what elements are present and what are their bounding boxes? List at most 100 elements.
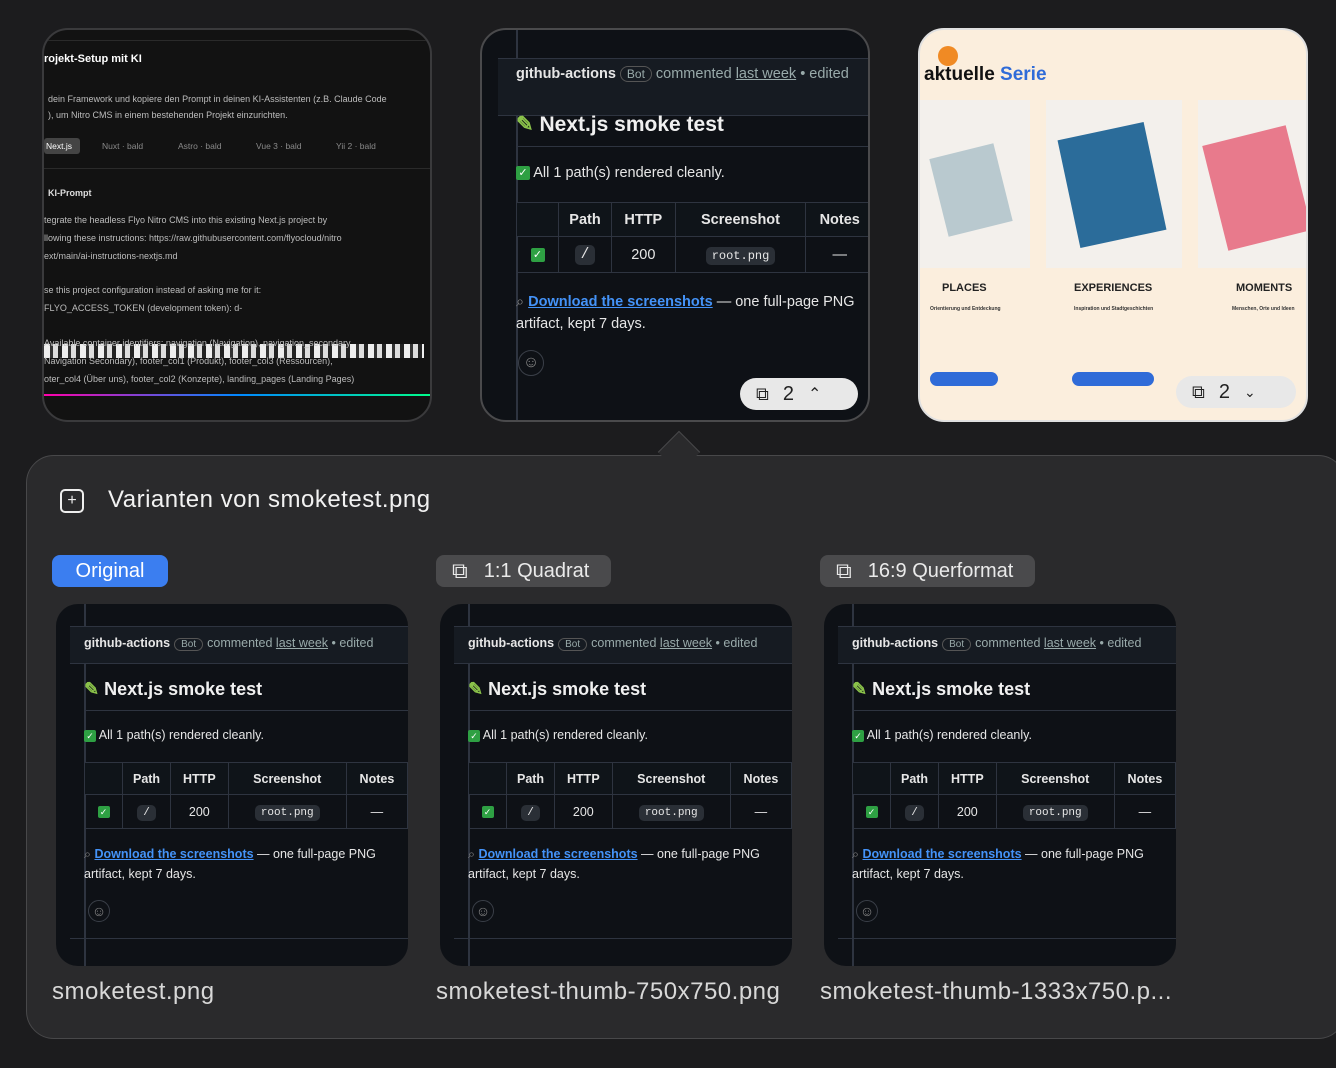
results-table: Path HTTP Screenshot Notes ✓ / 200 root.png —: [84, 762, 408, 829]
table-header: HTTP: [611, 202, 676, 237]
status-line: ✓ All 1 path(s) rendered cleanly.: [852, 728, 1032, 742]
thumbnail-ki-prompt[interactable]: rojekt-Setup mit KI dein Framework und k…: [42, 28, 432, 422]
table-header: Notes: [1113, 762, 1176, 795]
check-icon: ✓: [852, 729, 864, 742]
download-link[interactable]: Download the screenshots: [528, 294, 713, 310]
thumb-heading: rojekt-Setup mit KI: [44, 53, 142, 65]
accent-line: [44, 394, 430, 396]
col-sub: Inspiration und Stadtgeschichten: [1074, 306, 1154, 312]
table-header: Path: [505, 762, 556, 795]
status-line: ✓ All 1 path(s) rendered cleanly.: [516, 165, 725, 181]
download-link[interactable]: Download the screenshots: [95, 847, 254, 861]
table-header: HTTP: [938, 762, 997, 795]
author-name[interactable]: github-actions: [84, 636, 170, 650]
check-icon: ✓: [97, 806, 110, 819]
timestamp-link[interactable]: last week: [1044, 636, 1096, 650]
divider: [44, 168, 430, 169]
paperclip-icon: ⌕: [852, 847, 860, 861]
variant-filename: smoketest-thumb-1333x750.p...: [820, 978, 1173, 1005]
smiley-icon[interactable]: ☺: [856, 900, 878, 922]
prompt-label: KI-Prompt: [48, 188, 92, 198]
artifact-text: artifact, kept 7 days.: [84, 867, 196, 881]
status-line: ✓ All 1 path(s) rendered cleanly.: [84, 728, 264, 742]
timestamp-link[interactable]: last week: [276, 636, 328, 650]
chip: Next.js: [46, 141, 72, 151]
variants-toggle[interactable]: ⧉ 2 ⌄: [1176, 376, 1296, 408]
results-table: Path HTTP Screenshot Notes ✓ / 200 root.png —: [852, 762, 1176, 829]
thumbnail-aktuelle-serie[interactable]: aktuelle Serie PLACES EXPERIENCES MOMENT…: [918, 28, 1308, 422]
pencil-icon: ✎: [516, 113, 534, 136]
timestamp-link[interactable]: last week: [660, 636, 712, 650]
copy-icon: ⧉: [836, 558, 852, 583]
edited-text[interactable]: • edited: [1100, 636, 1142, 650]
prompt-text: FLYO_ACCESS_TOKEN (development token): d…: [44, 303, 243, 313]
download-note: ⌕ Download the screenshots — one full-pa…: [84, 844, 376, 884]
edited-text[interactable]: • edited: [332, 636, 374, 650]
variants-icon: +: [60, 489, 84, 513]
comment-title: ✎ Next.js smoke test: [852, 679, 1030, 700]
thumbnail-smoketest[interactable]: github-actions Bot commented last week • e…: [480, 28, 870, 422]
tag-label: 1:1 Quadrat: [483, 559, 590, 582]
variant-filename: smoketest-thumb-750x750.png: [436, 978, 781, 1005]
download-text: — one full-page PNG: [1021, 847, 1144, 861]
artifact-text: artifact, kept 7 days.: [852, 867, 964, 881]
smiley-icon[interactable]: ☺: [472, 900, 494, 922]
download-link[interactable]: Download the screenshots: [479, 847, 638, 861]
table-cell: 200: [938, 794, 997, 829]
bot-badge: Bot: [558, 638, 588, 651]
variant-card[interactable]: github-actions Bot commented last week • e…: [56, 604, 408, 966]
tag-square: ⧉ 1:1 Quadrat: [436, 555, 612, 587]
title-text: Next.js smoke test: [488, 679, 647, 699]
table-cell: 200: [611, 236, 676, 273]
table-header: HTTP: [170, 762, 229, 795]
comment-title: ✎ Next.js smoke test: [468, 679, 646, 700]
variant-card[interactable]: github-actions Bot commented last week • e…: [440, 604, 792, 966]
comment-meta: github-actions Bot commented last week • e…: [516, 66, 849, 82]
pencil-icon: ✎: [852, 679, 868, 699]
heading-part: Serie: [1000, 64, 1047, 85]
divider: [468, 710, 792, 711]
pencil-icon: ✎: [468, 679, 484, 699]
chip: Nuxt · bald: [102, 141, 144, 151]
author-name[interactable]: github-actions: [468, 636, 554, 650]
experiences-image: [1046, 100, 1182, 268]
divider: [44, 40, 430, 41]
smiley-icon[interactable]: ☺: [518, 350, 544, 376]
status-line: ✓ All 1 path(s) rendered cleanly.: [468, 728, 648, 742]
download-text: — one full-page PNG: [712, 294, 855, 310]
table-header: Path: [121, 762, 172, 795]
chevron-up-icon: ⌃: [807, 386, 822, 403]
title-text: Next.js smoke test: [872, 679, 1031, 699]
comment-meta: github-actions Bot commented last week • e…: [468, 636, 757, 651]
panel-title: Varianten von smoketest.png: [108, 486, 431, 513]
bot-badge: Bot: [619, 66, 652, 82]
table-cell: —: [345, 794, 408, 829]
edited-text[interactable]: • edited: [716, 636, 758, 650]
moments-image: [1198, 100, 1306, 268]
thumb-text: ), um Nitro CMS in einem bestehenden Pro…: [48, 110, 288, 120]
chip: Yii 2 · bald: [336, 141, 376, 151]
variant-card[interactable]: github-actions Bot commented last week • e…: [824, 604, 1176, 966]
table-cell: —: [805, 236, 868, 273]
download-note: ⌕ Download the screenshots — one full-pa…: [852, 844, 1144, 884]
variant-count: 2: [782, 382, 794, 405]
commented-text: commented: [655, 66, 732, 82]
smiley-icon[interactable]: ☺: [88, 900, 110, 922]
experiences-button[interactable]: [1072, 372, 1154, 386]
tag-original: Original: [52, 555, 168, 587]
col-sub: Orientierung und Entdeckung: [930, 306, 1001, 312]
variants-toggle[interactable]: ⧉ 2 ⌃: [740, 378, 858, 410]
download-note: ⌕ Download the screenshots — one full-pa…: [516, 291, 855, 335]
download-link[interactable]: Download the screenshots: [863, 847, 1022, 861]
author-name[interactable]: github-actions: [516, 66, 616, 82]
author-name[interactable]: github-actions: [852, 636, 938, 650]
col-title: PLACES: [942, 282, 987, 294]
bot-badge: Bot: [942, 638, 972, 651]
edited-text[interactable]: • edited: [800, 66, 849, 82]
places-button[interactable]: [930, 372, 998, 386]
table-header: Notes: [805, 202, 868, 237]
check-icon: ✓: [468, 729, 480, 742]
timestamp-link[interactable]: last week: [736, 66, 796, 82]
title-text: Next.js smoke test: [104, 679, 263, 699]
commented-text: commented: [591, 636, 657, 650]
